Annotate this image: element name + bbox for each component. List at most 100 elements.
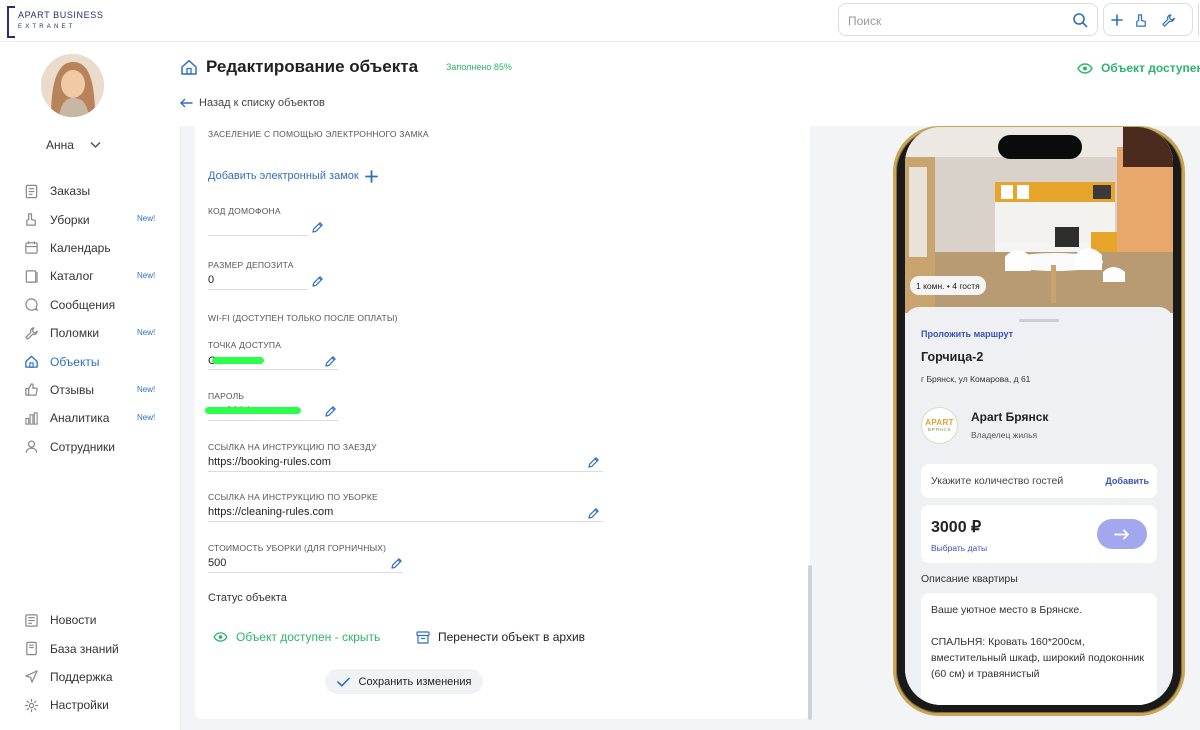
redaction-mark	[212, 357, 264, 364]
sidebar-item-label: Новости	[50, 613, 97, 628]
sidebar-item-messages[interactable]: Сообщения	[23, 291, 173, 319]
phone-screen: 1 комн. • 4 гостя Проложить маршрут Горч…	[905, 127, 1173, 705]
deposit-underline	[208, 289, 308, 290]
cleaning-cost-label: СТОИМОСТЬ УБОРКИ (ДЛЯ ГОРНИЧНЫХ)	[208, 543, 387, 553]
route-link[interactable]: Проложить маршрут	[921, 329, 1013, 339]
calendar-icon	[23, 240, 39, 256]
add-guests-button[interactable]: Добавить	[1105, 476, 1149, 486]
cleaning-cost-field[interactable]: 500	[208, 557, 226, 569]
wrench-icon[interactable]	[1160, 12, 1176, 28]
sidebar-item-label: Поддержка	[50, 669, 113, 684]
back-link-label: Назад к списку объектов	[199, 97, 325, 109]
arrow-left-icon	[180, 98, 193, 108]
sidebar-item-reviews[interactable]: Отзывы New!	[23, 376, 173, 404]
wifi-section-title: WI-FI (ДОСТУПЕН ТОЛЬКО ПОСЛЕ ОПЛАТЫ)	[208, 313, 398, 323]
description-paragraph: СПАЛЬНЯ: Кровать 160*200см, вместительны…	[931, 636, 1144, 680]
password-label: ПАРОЛЬ	[208, 391, 245, 401]
arrow-right-icon	[1114, 529, 1129, 539]
sidebar-item-label: Сообщения	[50, 297, 116, 312]
status-title: Статус объекта	[208, 592, 287, 604]
page-title: Редактирование объекта	[206, 57, 419, 76]
sidebar-item-label: Поломки	[50, 326, 100, 341]
new-badge: New!	[137, 384, 156, 394]
pencil-icon[interactable]	[587, 456, 600, 469]
access-point-underline	[208, 369, 338, 370]
form-scrollbar[interactable]	[808, 565, 812, 720]
pencil-icon[interactable]	[324, 405, 337, 418]
pencil-icon[interactable]	[311, 275, 324, 288]
deposit-label: РАЗМЕР ДЕПОЗИТА	[208, 260, 294, 270]
new-badge: New!	[137, 413, 156, 423]
cleaning-instructions-field[interactable]: https://cleaning-rules.com	[208, 506, 333, 518]
sidebar-item-calendar[interactable]: Календарь	[23, 234, 173, 262]
owner-logo-text: APART	[925, 418, 954, 427]
brand-logo[interactable]: APART BUSINESS EXTRANET	[7, 6, 103, 38]
pencil-icon[interactable]	[324, 355, 337, 368]
sidebar-item-cleaning[interactable]: Уборки New!	[23, 205, 173, 233]
description-box: Ваше уютное место в Брянске. СПАЛЬНЯ: Кр…	[921, 593, 1157, 705]
sidebar-item-label: Сотрудники	[50, 439, 115, 454]
add-lock-button[interactable]: Добавить электронный замок	[208, 168, 378, 184]
sidebar-item-analytics[interactable]: Аналитика New!	[23, 404, 173, 432]
logo-text: APART BUSINESS	[18, 10, 104, 20]
cleaning-cost-underline	[208, 572, 403, 573]
price: 3000 ₽	[931, 519, 982, 536]
description-paragraph: Ваше уютное место в Брянске.	[931, 604, 1083, 616]
description-title: Описание квартиры	[921, 573, 1018, 585]
search-input[interactable]: Поиск	[838, 3, 1098, 36]
sidebar-item-orders[interactable]: Заказы	[23, 177, 173, 205]
sidebar-item-support[interactable]: Поддержка	[23, 663, 173, 691]
object-name: Горчица-2	[921, 350, 984, 364]
intercom-underline	[208, 235, 308, 236]
cleaning-instructions-label: ССЫЛКА НА ИНСТРУКЦИЮ ПО УБОРКЕ	[208, 492, 378, 502]
archive-button[interactable]: Перенести объект в архив	[416, 629, 585, 645]
checkin-instructions-label: ССЫЛКА НА ИНСТРУКЦИЮ ПО ЗАЕЗДУ	[208, 442, 377, 452]
cleaning-icon[interactable]	[1133, 12, 1149, 28]
sidebar-bottom-nav: Новости База знаний Поддержка Настройки	[23, 606, 173, 720]
availability-status[interactable]: Объект доступен	[1077, 60, 1200, 76]
add-lock-label: Добавить электронный замок	[208, 170, 359, 182]
apartment-photo[interactable]: 1 комн. • 4 гостя	[905, 127, 1173, 313]
checkin-underline	[208, 471, 603, 472]
hide-object-button[interactable]: Объект доступен - скрыть	[213, 629, 380, 645]
sidebar-item-news[interactable]: Новости	[23, 606, 173, 634]
checkin-instructions-field[interactable]: https://booking-rules.com	[208, 456, 331, 468]
new-badge: New!	[137, 327, 156, 337]
messages-icon	[23, 297, 39, 313]
owner-name: Apart Брянск	[971, 410, 1049, 424]
thumbs-up-icon	[23, 382, 39, 398]
sidebar-item-catalog[interactable]: Каталог New!	[23, 262, 173, 290]
guests-input[interactable]: Укажите количество гостей Добавить	[921, 464, 1157, 498]
add-icon[interactable]	[1109, 12, 1125, 28]
user-name: Анна	[46, 138, 74, 152]
sidebar-item-staff[interactable]: Сотрудники	[23, 433, 173, 461]
pencil-icon[interactable]	[311, 221, 324, 234]
home-icon	[23, 354, 39, 370]
proceed-button[interactable]	[1097, 519, 1147, 549]
password-underline	[208, 420, 338, 421]
pencil-icon[interactable]	[390, 557, 403, 570]
avatar[interactable]	[41, 54, 104, 117]
new-badge: New!	[137, 271, 156, 281]
user-menu[interactable]: Анна	[46, 137, 101, 153]
pencil-icon[interactable]	[587, 507, 600, 520]
sidebar-item-label: Уборки	[50, 212, 90, 227]
choose-dates-link[interactable]: Выбрать даты	[931, 543, 987, 553]
sidebar-item-knowledge-base[interactable]: База знаний	[23, 634, 173, 662]
sidebar-item-objects[interactable]: Объекты	[23, 347, 173, 375]
save-button[interactable]: Сохранить изменения	[325, 669, 483, 694]
search-icon[interactable]	[1072, 12, 1088, 28]
chevron-down-icon	[90, 141, 101, 149]
sidebar-item-settings[interactable]: Настройки	[23, 691, 173, 719]
access-point-label: ТОЧКА ДОСТУПА	[208, 340, 282, 350]
sidebar-item-label: Объекты	[50, 354, 100, 369]
sheet-grabber[interactable]	[1019, 319, 1059, 322]
check-icon	[336, 677, 350, 687]
rooms-guests-badge: 1 комн. • 4 гостя	[910, 276, 986, 295]
gear-icon	[23, 697, 39, 713]
dynamic-island	[998, 135, 1082, 159]
deposit-field[interactable]: 0	[208, 274, 214, 286]
new-badge: New!	[137, 214, 156, 224]
back-to-list-link[interactable]: Назад к списку объектов	[179, 96, 325, 110]
sidebar-item-breakdowns[interactable]: Поломки New!	[23, 319, 173, 347]
